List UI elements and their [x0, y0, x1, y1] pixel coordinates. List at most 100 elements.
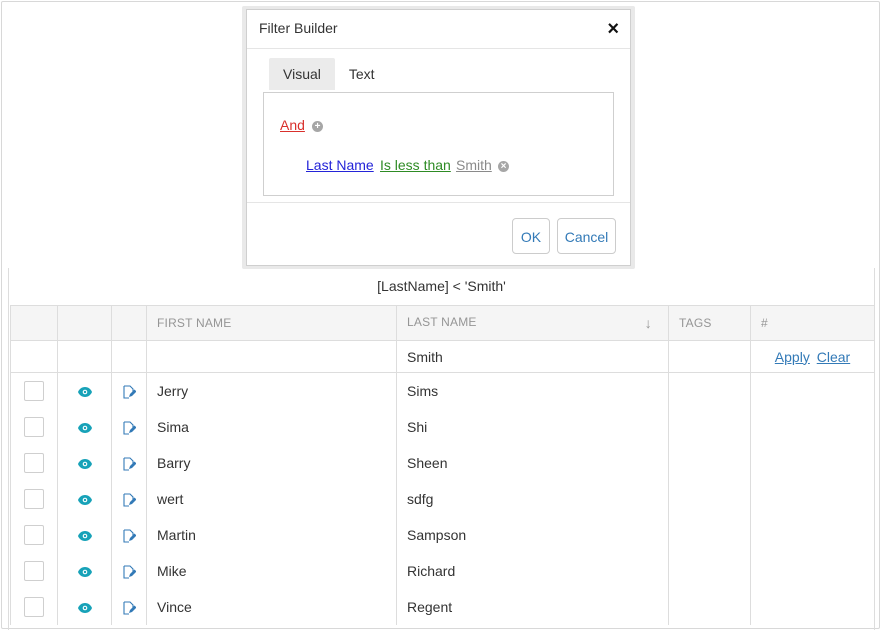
table-row: Vince Regent: [10, 588, 875, 625]
table-row: Martin Sampson: [10, 516, 875, 553]
last-name-cell[interactable]: Richard: [396, 552, 669, 589]
filter-last-name-input[interactable]: Smith: [396, 340, 669, 373]
row-select-cell: [10, 408, 58, 445]
edit-icon[interactable]: [122, 418, 137, 435]
first-name-cell[interactable]: Sima: [146, 408, 397, 445]
filter-first-name-input[interactable]: [146, 340, 397, 373]
filter-actions: Apply Clear: [750, 340, 875, 373]
header-tags[interactable]: TAGS: [668, 305, 751, 341]
dialog-footer-divider: [247, 202, 630, 203]
header-edit: [111, 305, 147, 341]
table-row: Jerry Sims: [10, 372, 875, 409]
eye-icon[interactable]: [77, 599, 92, 615]
row-select-cell: [10, 372, 58, 409]
row-checkbox[interactable]: [24, 596, 44, 617]
last-name-cell[interactable]: Sampson: [396, 516, 669, 553]
condition-value-link[interactable]: Smith: [456, 157, 492, 173]
dialog-divider: [247, 48, 630, 49]
row-checkbox[interactable]: [24, 416, 44, 437]
eye-icon[interactable]: [77, 563, 92, 579]
row-checkbox[interactable]: [24, 560, 44, 581]
tags-cell: [668, 552, 751, 589]
edit-icon[interactable]: [122, 490, 137, 507]
header-last-name-label: LAST NAME: [407, 315, 477, 329]
add-condition-icon[interactable]: +: [312, 121, 323, 132]
row-edit-cell: [111, 516, 147, 553]
tags-cell: [668, 372, 751, 409]
condition-operator-link[interactable]: Is less than: [380, 157, 451, 173]
last-name-cell[interactable]: Regent: [396, 588, 669, 625]
row-view-cell: [57, 408, 112, 445]
row-select-cell: [10, 444, 58, 481]
row-view-cell: [57, 552, 112, 589]
grid-table: FIRST NAME LAST NAME ↓ TAGS # Smith Apply…: [10, 305, 875, 625]
actions-cell: [750, 516, 875, 553]
row-checkbox[interactable]: [24, 380, 44, 401]
close-icon[interactable]: ×: [607, 19, 619, 39]
filter-tags-input[interactable]: [668, 340, 751, 373]
row-checkbox[interactable]: [24, 488, 44, 509]
row-view-cell: [57, 444, 112, 481]
last-name-cell[interactable]: Sheen: [396, 444, 669, 481]
row-checkbox[interactable]: [24, 452, 44, 473]
filter-last-name-value: Smith: [407, 348, 443, 365]
row-select-cell: [10, 588, 58, 625]
filter-row: Smith Apply Clear: [10, 340, 875, 373]
first-name-cell[interactable]: Jerry: [146, 372, 397, 409]
dialog-title: Filter Builder: [259, 20, 338, 36]
tags-cell: [668, 516, 751, 553]
remove-condition-icon[interactable]: ×: [498, 161, 509, 172]
row-view-cell: [57, 588, 112, 625]
first-name-cell[interactable]: Barry: [146, 444, 397, 481]
filter-cell-view: [57, 340, 112, 373]
tab-visual[interactable]: Visual: [269, 58, 335, 90]
last-name-cell[interactable]: sdfg: [396, 480, 669, 517]
row-select-cell: [10, 480, 58, 517]
edit-icon[interactable]: [122, 598, 137, 615]
data-grid: [LastName] < 'Smith' FIRST NAME LAST NAM…: [8, 268, 875, 630]
eye-icon[interactable]: [77, 455, 92, 471]
tags-cell: [668, 408, 751, 445]
apply-filter-link[interactable]: Apply: [775, 349, 810, 365]
actions-cell: [750, 408, 875, 445]
last-name-cell[interactable]: Shi: [396, 408, 669, 445]
row-edit-cell: [111, 480, 147, 517]
dialog-tabs: Visual Text: [269, 58, 389, 90]
header-first-name-label: FIRST NAME: [157, 316, 232, 330]
eye-icon[interactable]: [77, 527, 92, 543]
row-checkbox[interactable]: [24, 524, 44, 545]
cancel-button[interactable]: Cancel: [557, 218, 616, 254]
actions-cell: [750, 588, 875, 625]
tags-cell: [668, 588, 751, 625]
header-first-name[interactable]: FIRST NAME: [146, 305, 397, 341]
condition-field-link[interactable]: Last Name: [306, 157, 374, 173]
first-name-cell[interactable]: Mike: [146, 552, 397, 589]
last-name-cell[interactable]: Sims: [396, 372, 669, 409]
table-row: Sima Shi: [10, 408, 875, 445]
row-edit-cell: [111, 552, 147, 589]
header-tags-label: TAGS: [679, 316, 712, 330]
group-operator-link[interactable]: And: [280, 117, 305, 133]
clear-filter-link[interactable]: Clear: [817, 349, 850, 365]
eye-icon[interactable]: [77, 419, 92, 435]
edit-icon[interactable]: [122, 383, 137, 399]
edit-icon[interactable]: [122, 562, 137, 579]
filter-cell-select: [10, 340, 58, 373]
first-name-cell[interactable]: Vince: [146, 588, 397, 625]
tags-cell: [668, 444, 751, 481]
table-row: Barry Sheen: [10, 444, 875, 481]
first-name-cell[interactable]: wert: [146, 480, 397, 517]
filter-cell-edit: [111, 340, 147, 373]
row-select-cell: [10, 516, 58, 553]
actions-cell: [750, 444, 875, 481]
eye-icon[interactable]: [77, 491, 92, 507]
header-last-name[interactable]: LAST NAME ↓: [396, 305, 669, 341]
actions-cell: [750, 552, 875, 589]
first-name-cell[interactable]: Martin: [146, 516, 397, 553]
edit-icon[interactable]: [122, 454, 137, 471]
eye-icon[interactable]: [77, 383, 92, 399]
edit-icon[interactable]: [122, 526, 137, 543]
tab-text[interactable]: Text: [335, 58, 389, 90]
row-edit-cell: [111, 408, 147, 445]
ok-button[interactable]: OK: [512, 218, 550, 254]
